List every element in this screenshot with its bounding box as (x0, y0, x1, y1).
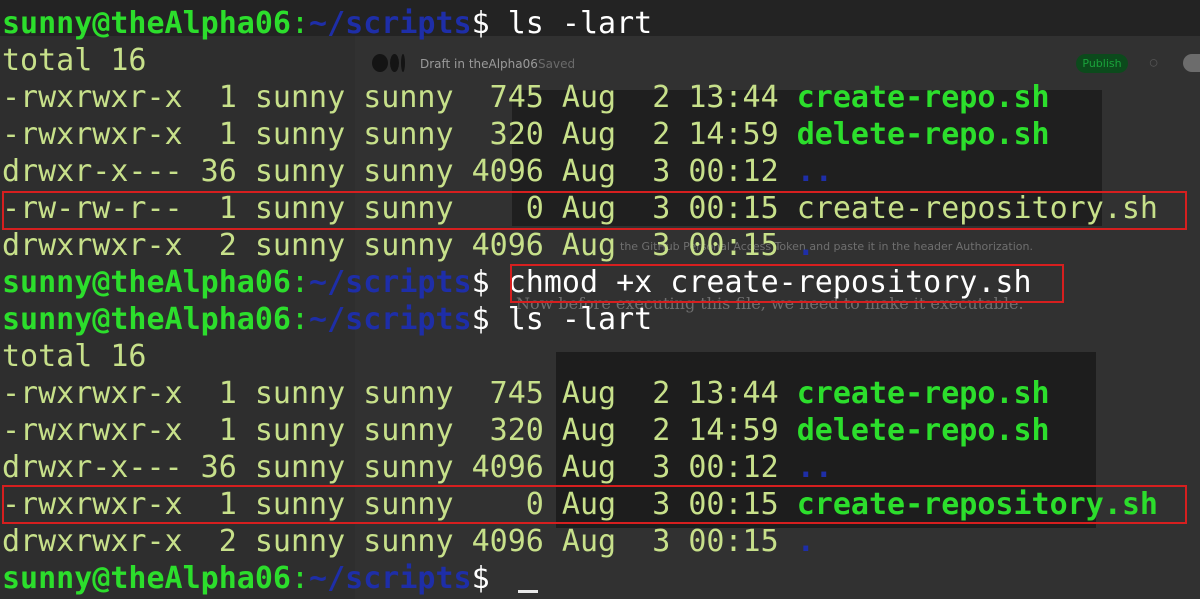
prompt-user: sunny@theAlpha06 (2, 265, 291, 300)
prompt-dollar: $ (471, 265, 490, 300)
listing-row: drwxr-x--- 36 sunny sunny 4096 Aug 3 00:… (2, 450, 833, 486)
prompt-path: ~/scripts (309, 265, 472, 300)
file-name: delete-repo.sh (796, 117, 1050, 152)
prompt-colon: : (290, 6, 310, 41)
highlight-box-executable (2, 485, 1187, 524)
prompt-dollar: $ (471, 561, 490, 596)
prompt-user: sunny@theAlpha06 (2, 302, 291, 337)
file-name: delete-repo.sh (796, 413, 1050, 448)
prompt-path: ~/scripts (309, 302, 472, 337)
row-meta: -rwxrwxr-x 1 sunny sunny 320 Aug 2 14:59 (2, 413, 797, 448)
listing-row: -rwxrwxr-x 1 sunny sunny 320 Aug 2 14:59… (2, 413, 1050, 449)
prompt-dollar: $ (471, 6, 490, 41)
total-line: total 16 (2, 43, 147, 78)
dir-name: .. (796, 450, 833, 485)
row-meta: drwxr-x--- 36 sunny sunny 4096 Aug 3 00:… (2, 450, 797, 485)
highlight-box-nonexecutable (2, 191, 1187, 230)
command-ls: ls -lart (507, 302, 653, 337)
listing-row: -rwxrwxr-x 1 sunny sunny 745 Aug 2 13:44… (2, 376, 1050, 412)
prompt-line: sunny@theAlpha06:~/scripts$ (2, 561, 490, 597)
prompt-user: sunny@theAlpha06 (2, 561, 291, 596)
total-line: total 16 (2, 339, 147, 374)
row-meta: -rwxrwxr-x 1 sunny sunny 745 Aug 2 13:44 (2, 376, 797, 411)
highlight-box-chmod (510, 264, 1064, 303)
listing-row: drwxrwxr-x 2 sunny sunny 4096 Aug 3 00:1… (2, 228, 815, 264)
prompt-path: ~/scripts (309, 6, 472, 41)
prompt-user: sunny@theAlpha06 (2, 6, 291, 41)
dir-name: .. (796, 154, 833, 189)
prompt-colon: : (290, 302, 310, 337)
listing-row: -rwxrwxr-x 1 sunny sunny 745 Aug 2 13:44… (2, 80, 1050, 116)
listing-row: drwxrwxr-x 2 sunny sunny 4096 Aug 3 00:1… (2, 524, 815, 560)
prompt-path: ~/scripts (309, 561, 472, 596)
listing-row: -rwxrwxr-x 1 sunny sunny 320 Aug 2 14:59… (2, 117, 1050, 153)
prompt-line: sunny@theAlpha06:~/scripts$ ls -lart (2, 302, 652, 338)
dir-name: . (796, 524, 815, 559)
row-meta: drwxrwxr-x 2 sunny sunny 4096 Aug 3 00:1… (2, 524, 797, 559)
listing-row: drwxr-x--- 36 sunny sunny 4096 Aug 3 00:… (2, 154, 833, 190)
text-cursor (518, 590, 538, 593)
prompt-colon: : (290, 265, 310, 300)
prompt-dollar: $ (471, 302, 490, 337)
prompt-line: sunny@theAlpha06:~/scripts$ ls -lart (2, 6, 652, 42)
row-meta: drwxr-x--- 36 sunny sunny 4096 Aug 3 00:… (2, 154, 797, 189)
file-name: create-repo.sh (796, 80, 1050, 115)
dir-name: . (796, 228, 815, 263)
file-name: create-repo.sh (796, 376, 1050, 411)
command-ls: ls -lart (507, 6, 653, 41)
row-meta: -rwxrwxr-x 1 sunny sunny 320 Aug 2 14:59 (2, 117, 797, 152)
row-meta: -rwxrwxr-x 1 sunny sunny 745 Aug 2 13:44 (2, 80, 797, 115)
prompt-colon: : (290, 561, 310, 596)
row-meta: drwxrwxr-x 2 sunny sunny 4096 Aug 3 00:1… (2, 228, 797, 263)
